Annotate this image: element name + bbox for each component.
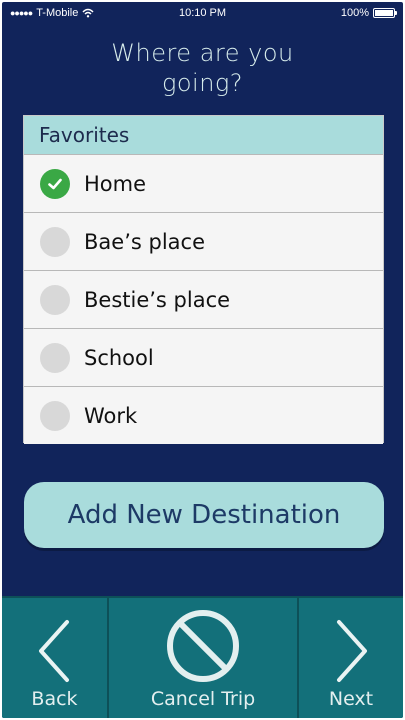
add-new-destination-button[interactable]: Add New Destination	[24, 482, 384, 548]
app-screen: ●●●●● T-Mobile 10:10 PM 100% Where are y…	[2, 2, 403, 718]
favorite-label: School	[84, 345, 154, 370]
status-bar: ●●●●● T-Mobile 10:10 PM 100%	[2, 2, 403, 26]
chevron-right-icon	[299, 618, 403, 684]
page-title-line-2: going?	[161, 69, 244, 97]
battery-percent: 100%	[340, 7, 369, 19]
chevron-left-icon	[2, 618, 107, 684]
back-button[interactable]: Back	[2, 596, 109, 718]
next-button[interactable]: Next	[299, 596, 403, 718]
favorite-label: Home	[84, 171, 147, 196]
cancel-trip-label: Cancel Trip	[150, 688, 256, 710]
favorites-list: Favorites Home Bae’s place Bestie’s plac…	[23, 115, 384, 444]
favorites-heading: Favorites	[24, 116, 383, 154]
battery-icon	[373, 8, 397, 18]
checkmark-icon[interactable]	[40, 168, 70, 199]
bottom-nav: Back Cancel Trip Next	[2, 596, 403, 718]
radio-unselected-icon[interactable]	[40, 342, 70, 373]
page-title-line-1: Where are you	[111, 39, 294, 67]
battery-group: 100%	[340, 7, 397, 19]
favorite-item-work[interactable]: Work	[24, 386, 383, 444]
prohibited-icon	[109, 608, 297, 684]
favorite-item-baes-place[interactable]: Bae’s place	[24, 212, 383, 270]
cancel-trip-button[interactable]: Cancel Trip	[109, 596, 299, 718]
radio-unselected-icon[interactable]	[40, 400, 70, 431]
favorite-item-school[interactable]: School	[24, 328, 383, 386]
favorite-label: Work	[84, 403, 138, 428]
favorite-label: Bestie’s place	[84, 287, 231, 312]
back-label: Back	[31, 688, 78, 710]
favorite-item-besties-place[interactable]: Bestie’s place	[24, 270, 383, 328]
radio-unselected-icon[interactable]	[40, 284, 70, 315]
radio-unselected-icon[interactable]	[40, 226, 70, 257]
favorite-label: Bae’s place	[84, 229, 205, 254]
favorite-item-home[interactable]: Home	[24, 154, 383, 212]
next-label: Next	[328, 688, 374, 710]
page-title: Where are you going?	[2, 38, 403, 98]
